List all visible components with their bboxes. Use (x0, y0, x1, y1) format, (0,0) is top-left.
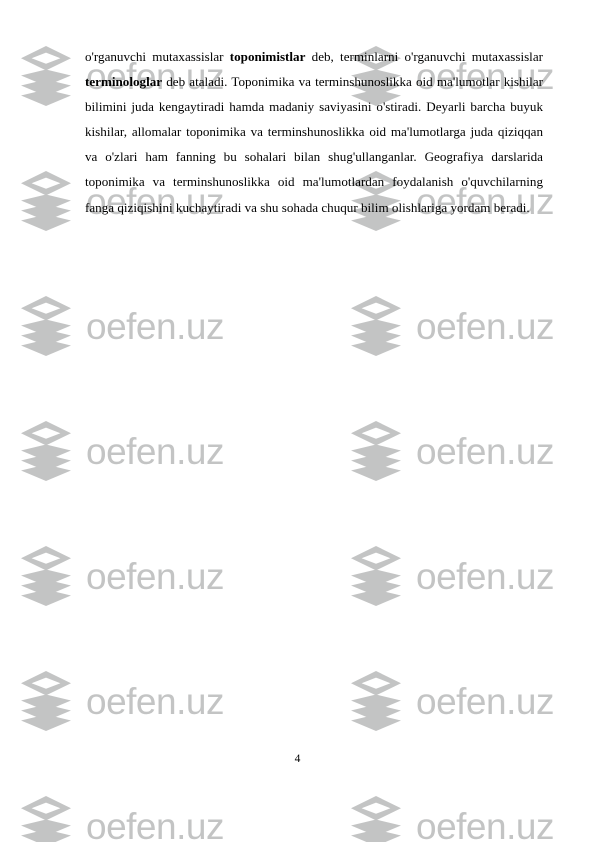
stacked-layers-icon (21, 671, 71, 731)
emphasis-term: terminologlar (85, 74, 163, 90)
stacked-layers-icon (351, 546, 401, 606)
body-paragraph: o'rganuvchi mutaxassislar toponimistlar … (85, 44, 543, 220)
watermark-tile: oefen.uz (20, 420, 224, 482)
stacked-layers-icon (351, 421, 401, 481)
watermark-tile: oefen.uz (350, 295, 554, 357)
watermark-tile: oefen.uz (20, 795, 224, 842)
stacked-layers-icon (21, 171, 71, 231)
watermark-label: oefen.uz (86, 805, 224, 842)
text-run: deb ataladi. Toponimika va terminshunosl… (85, 74, 543, 215)
watermark-tile: oefen.uz (20, 670, 224, 732)
stacked-layers-icon (21, 421, 71, 481)
watermark-label: oefen.uz (416, 305, 554, 347)
watermark-label: oefen.uz (86, 305, 224, 347)
text-run: o'rganuvchi mutaxassislar (85, 49, 230, 64)
watermark-label: oefen.uz (416, 430, 554, 472)
stacked-layers-icon (21, 46, 71, 106)
watermark-label: oefen.uz (86, 680, 224, 722)
stacked-layers-icon (351, 796, 401, 842)
stacked-layers-icon (351, 671, 401, 731)
emphasis-term: toponimistlar (229, 49, 306, 64)
text-run: deb, terminlarni o'rganuvchi mutaxassisl… (305, 49, 543, 64)
watermark-label: oefen.uz (416, 680, 554, 722)
watermark-tile: oefen.uz (350, 795, 554, 842)
stacked-layers-icon (21, 296, 71, 356)
watermark-label: oefen.uz (86, 430, 224, 472)
watermark-label: oefen.uz (416, 805, 554, 842)
page-number: 4 (294, 753, 301, 765)
watermark-label: oefen.uz (416, 555, 554, 597)
document-page: oefen.uz oefen.uz oefen.uz oefen.uz oefen.uz… (0, 0, 595, 842)
watermark-tile: oefen.uz (350, 420, 554, 482)
watermark-tile: oefen.uz (20, 295, 224, 357)
watermark-tile: oefen.uz (350, 670, 554, 732)
watermark-label: oefen.uz (86, 555, 224, 597)
watermark-tile: oefen.uz (20, 545, 224, 607)
document-text-body: o'rganuvchi mutaxassislar toponimistlar … (85, 44, 543, 220)
stacked-layers-icon (351, 296, 401, 356)
stacked-layers-icon (21, 796, 71, 842)
stacked-layers-icon (21, 546, 71, 606)
watermark-tile: oefen.uz (350, 545, 554, 607)
